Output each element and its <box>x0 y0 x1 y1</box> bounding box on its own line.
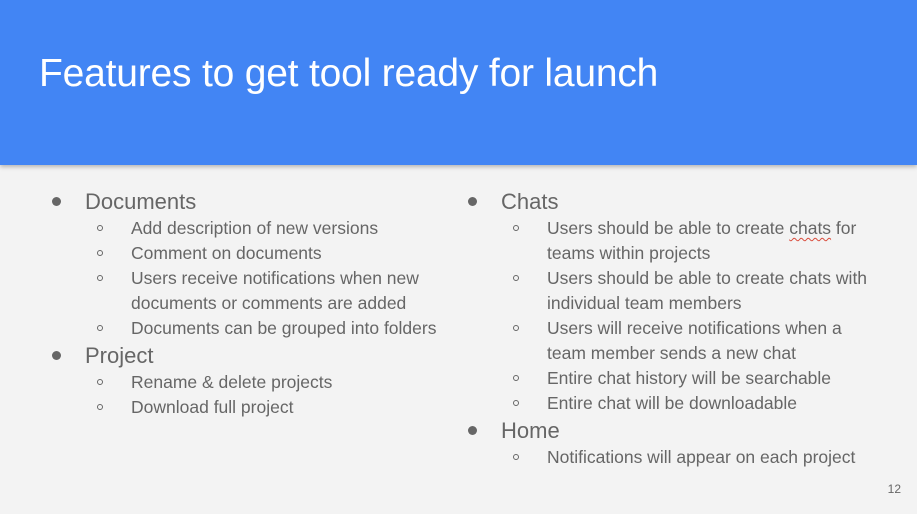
list-item-text: Notifications will appear on each projec… <box>547 447 856 467</box>
list-item-text: Users will receive notifications when a … <box>547 318 842 363</box>
list-item: Download full project <box>48 395 448 420</box>
sub-bullet-icon <box>97 404 103 410</box>
section-project: Project <box>48 341 448 370</box>
page-number: 12 <box>887 482 901 496</box>
list-item: Comment on documents <box>48 241 448 266</box>
sub-bullet-icon <box>97 225 103 231</box>
bullet-icon <box>468 197 477 206</box>
list-item-text: Download full project <box>131 397 294 417</box>
list-item-text: Add description of new versions <box>131 218 379 238</box>
list-item: Notifications will appear on each projec… <box>464 445 884 470</box>
list-item: Entire chat history will be searchable <box>464 366 884 391</box>
list-item-text: Entire chat will be downloadable <box>547 393 798 413</box>
sub-bullet-icon <box>97 325 103 331</box>
sub-bullet-icon <box>513 454 519 460</box>
sub-bullet-icon <box>513 375 519 381</box>
list-item: Documents can be grouped into folders <box>48 316 448 341</box>
section-chats: Chats <box>464 187 884 216</box>
slide-title: Features to get tool ready for launch <box>39 52 659 95</box>
sub-bullet-icon <box>97 250 103 256</box>
list-item-text: Rename & delete projects <box>131 372 333 392</box>
section-label: Chats <box>501 189 559 214</box>
list-item-text: Users should be able to create chats for… <box>547 218 857 263</box>
bullet-icon <box>52 351 61 360</box>
sub-bullet-icon <box>513 325 519 331</box>
spellcheck-underline: chats <box>789 218 832 238</box>
list-item-text: Entire chat history will be searchable <box>547 368 832 388</box>
section-label: Home <box>501 418 560 443</box>
sub-bullet-icon <box>97 275 103 281</box>
list-item: Users should be able to create chats wit… <box>464 266 884 316</box>
sub-bullet-icon <box>97 379 103 385</box>
section-label: Documents <box>85 189 197 214</box>
left-column: Documents Add description of new version… <box>48 187 448 420</box>
sub-bullet-icon <box>513 225 519 231</box>
section-label: Project <box>85 343 154 368</box>
list-item: Users will receive notifications when a … <box>464 316 884 366</box>
section-documents: Documents <box>48 187 448 216</box>
list-item: Add description of new versions <box>48 216 448 241</box>
list-item: Rename & delete projects <box>48 370 448 395</box>
list-item: Entire chat will be downloadable <box>464 391 884 416</box>
sub-bullet-icon <box>513 275 519 281</box>
list-item: Users should be able to create chats for… <box>464 216 884 266</box>
list-item-text: Comment on documents <box>131 243 322 263</box>
list-item-text: Documents can be grouped into folders <box>131 318 437 338</box>
bullet-icon <box>468 426 477 435</box>
section-home: Home <box>464 416 884 445</box>
list-item: Users receive notifications when new doc… <box>48 266 448 316</box>
bullet-icon <box>52 197 61 206</box>
list-item-text: Users receive notifications when new doc… <box>131 268 419 313</box>
sub-bullet-icon <box>513 400 519 406</box>
list-item-text: Users should be able to create chats wit… <box>547 268 868 313</box>
title-bar: Features to get tool ready for launch <box>0 0 917 165</box>
right-column: Chats Users should be able to create cha… <box>464 187 884 470</box>
